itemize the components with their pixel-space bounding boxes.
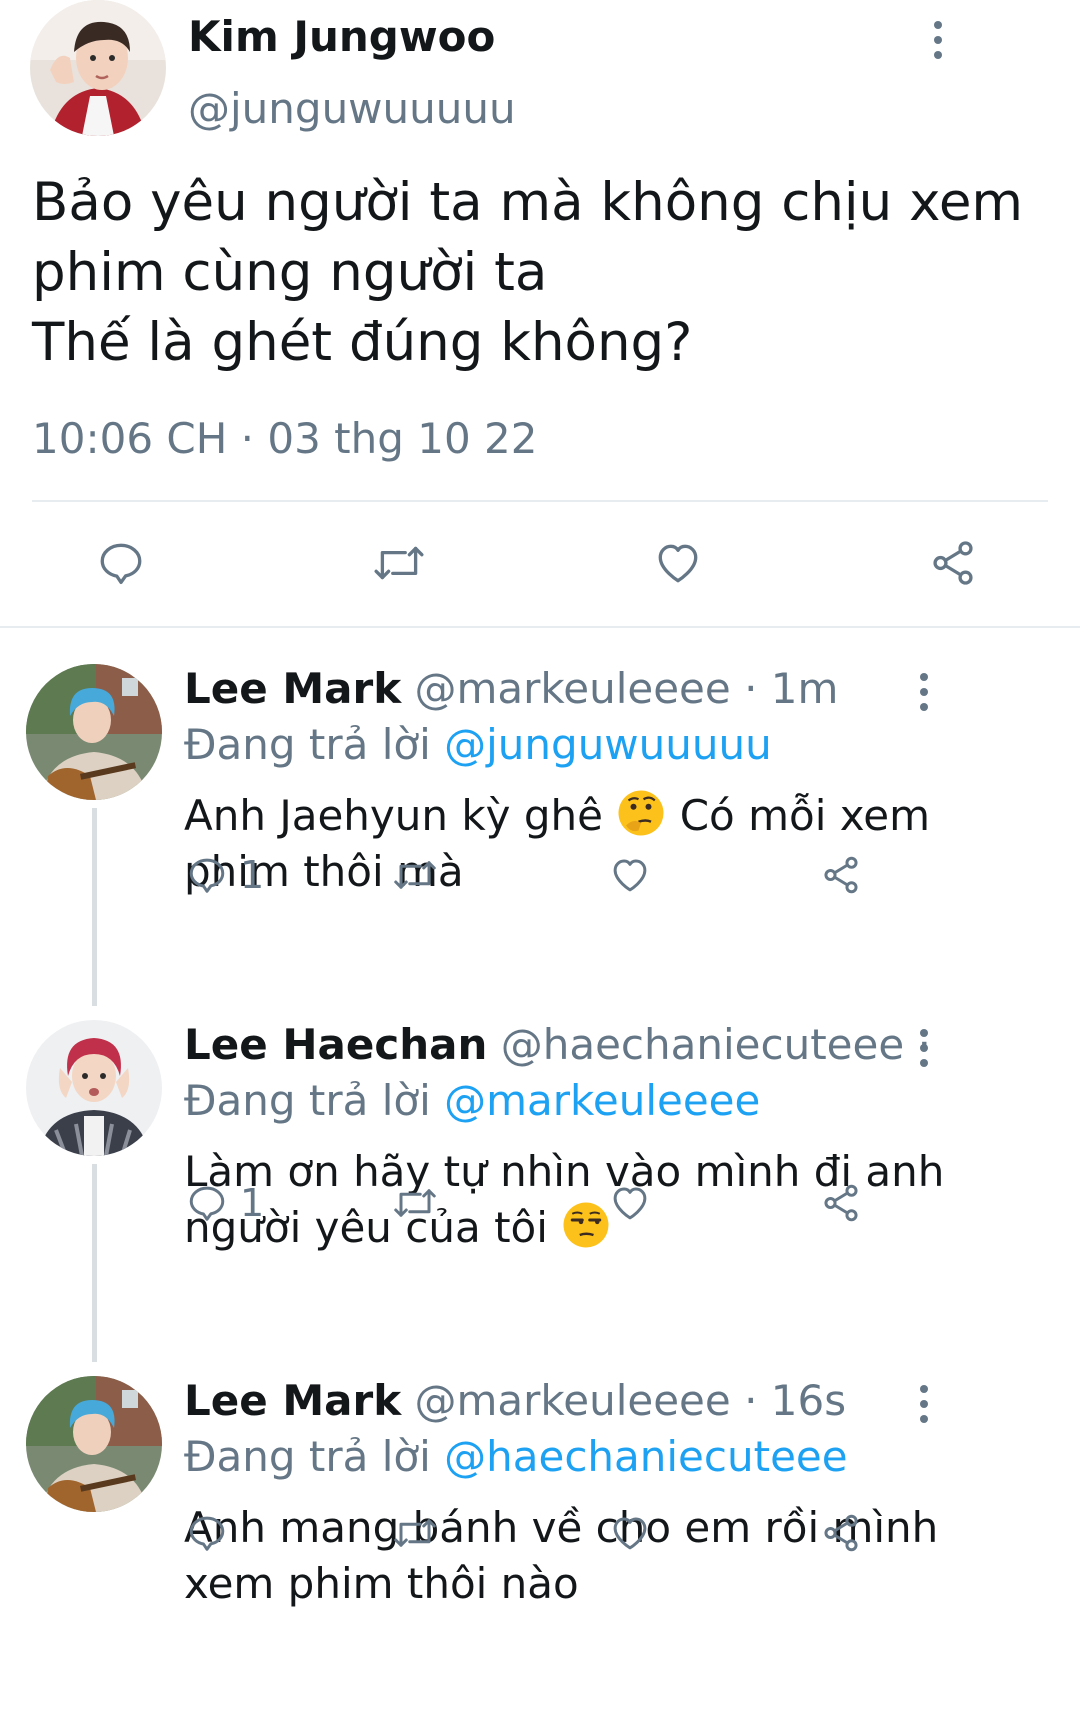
like-icon — [613, 1187, 647, 1220]
more-options-icon[interactable] — [904, 1374, 944, 1434]
reply-time: · 16s — [730, 1376, 847, 1425]
replying-to-label: Đang trả lời — [184, 1076, 445, 1125]
reply-button[interactable] — [186, 1498, 240, 1568]
like-icon — [613, 1517, 647, 1550]
like-button[interactable] — [608, 1168, 652, 1238]
replying-to-label: Đang trả lời — [184, 1432, 445, 1481]
reply-count: 1 — [240, 1181, 265, 1225]
replying-to-label: Đang trả lời — [184, 720, 445, 769]
replying-to: Đang trả lời @haechaniecuteee — [184, 1432, 848, 1481]
share-icon — [933, 541, 973, 585]
reply-text-line: Anh Jaehyun kỳ ghê Có mỗi xem — [184, 788, 930, 844]
main-tweet: Kim Jungwoo @junguwuuuuu Bảo yêu người t… — [0, 0, 1080, 628]
thinking-face-emoji — [618, 790, 664, 836]
reply-author-handle[interactable]: @markeuleeee — [415, 1376, 731, 1425]
reply-author-handle[interactable]: @markeuleeee — [415, 664, 731, 713]
replying-to-mention[interactable]: @junguwuuuuu — [444, 720, 772, 769]
reply-author-name[interactable]: Lee Haechan — [184, 1020, 487, 1069]
share-button[interactable] — [820, 1498, 862, 1568]
like-button[interactable] — [652, 528, 704, 598]
reply-avatar[interactable] — [26, 1020, 162, 1156]
retweet-icon — [394, 861, 436, 889]
share-button[interactable] — [820, 1168, 862, 1238]
reply-tweet: Lee Mark @markeuleeee · 16s Đang trả lời… — [0, 1376, 1080, 1712]
like-icon — [658, 544, 698, 583]
reply-header: Lee Mark @markeuleeee · 16s — [184, 1376, 944, 1425]
reply-icon — [100, 543, 142, 585]
share-icon — [824, 1514, 858, 1552]
tweet-text: Bảo yêu người ta mà không chịu xem phim … — [32, 168, 1052, 378]
share-icon — [824, 856, 858, 894]
section-divider — [0, 626, 1080, 628]
author-name[interactable]: Kim Jungwoo — [188, 12, 495, 61]
reply-action-bar: 1 — [0, 1168, 1080, 1238]
reply-icon — [189, 858, 225, 893]
more-options-icon[interactable] — [904, 662, 944, 722]
divider — [32, 500, 1048, 502]
reply-header: Lee Mark @markeuleeee · 1m — [184, 664, 944, 713]
reply-tweet: Lee Mark @markeuleeee · 1m Đang trả lời … — [0, 664, 1080, 984]
like-button[interactable] — [608, 840, 652, 910]
retweet-button[interactable] — [392, 1168, 438, 1238]
reply-author-name[interactable]: Lee Mark — [184, 1376, 401, 1425]
reply-author-name[interactable]: Lee Mark — [184, 664, 401, 713]
retweet-icon — [394, 1189, 436, 1217]
replying-to-mention[interactable]: @haechaniecuteee — [444, 1432, 847, 1481]
author-avatar[interactable] — [30, 0, 166, 136]
reply-icon — [189, 1516, 225, 1551]
author-handle[interactable]: @junguwuuuuu — [188, 84, 516, 133]
reply-icon — [189, 1186, 225, 1221]
reply-action-bar — [0, 1498, 1080, 1568]
reply-time: · 1m — [730, 664, 839, 713]
tweet-text-line: Thế là ghét đúng không? — [32, 312, 693, 373]
reply-action-bar: 1 — [0, 840, 1080, 910]
reply-button[interactable]: 1 — [186, 1168, 264, 1238]
share-button[interactable] — [928, 528, 978, 598]
share-button[interactable] — [820, 840, 862, 910]
replying-to: Đang trả lời @markeuleeee — [184, 1076, 760, 1125]
more-options-icon[interactable] — [904, 1018, 944, 1078]
reply-count: 1 — [240, 853, 265, 897]
reply-tweet: Lee Haechan @haechaniecuteee · ... Đang … — [0, 1020, 1080, 1340]
tweet-action-bar — [0, 528, 1080, 598]
reply-author-handle[interactable]: @haechaniecuteee — [501, 1020, 904, 1069]
reply-button[interactable] — [96, 528, 146, 598]
like-button[interactable] — [608, 1498, 652, 1568]
retweet-button[interactable] — [372, 528, 426, 598]
more-options-icon[interactable] — [918, 10, 958, 70]
share-icon — [824, 1184, 858, 1222]
reply-avatar[interactable] — [26, 1376, 162, 1512]
like-icon — [613, 859, 647, 892]
replying-to: Đang trả lời @junguwuuuuu — [184, 720, 772, 769]
tweet-timestamp[interactable]: 10:06 CH · 03 thg 10 22 — [32, 414, 537, 463]
retweet-icon — [394, 1519, 436, 1547]
tweet-text-line: Bảo yêu người ta mà không chịu xem — [32, 172, 1024, 233]
tweet-text-line: phim cùng người ta — [32, 242, 548, 303]
reply-header: Lee Haechan @haechaniecuteee · ... — [184, 1020, 944, 1069]
reply-avatar[interactable] — [26, 664, 162, 800]
reply-button[interactable]: 1 — [186, 840, 264, 910]
retweet-button[interactable] — [392, 1498, 438, 1568]
replying-to-mention[interactable]: @markeuleeee — [444, 1076, 760, 1125]
retweet-icon — [374, 546, 424, 580]
retweet-button[interactable] — [392, 840, 438, 910]
